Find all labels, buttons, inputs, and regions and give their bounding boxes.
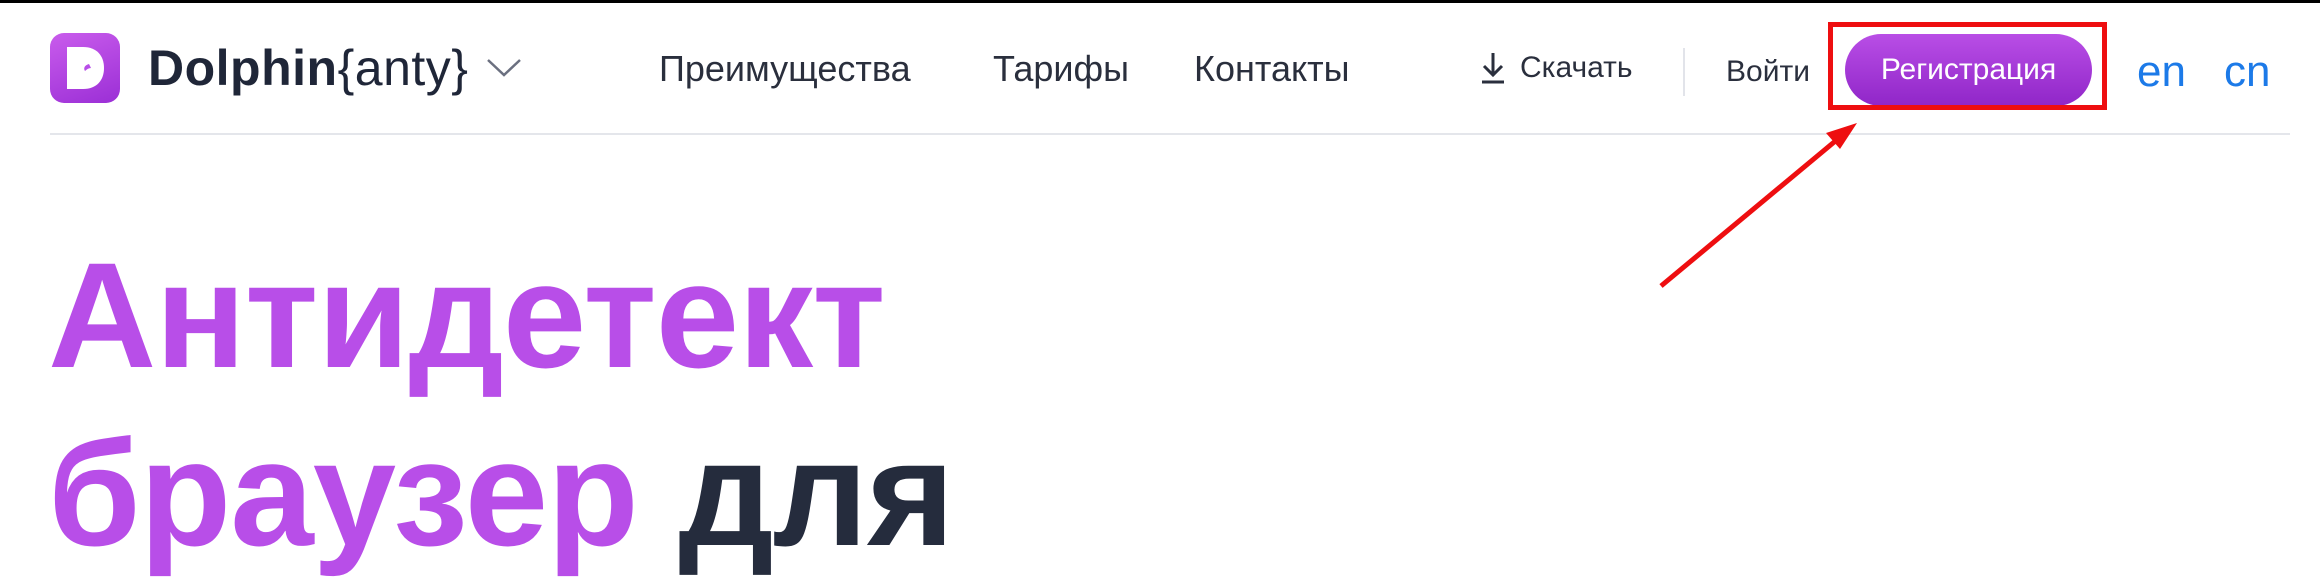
download-icon xyxy=(1482,53,1504,84)
language-en[interactable]: en xyxy=(2137,47,2186,97)
dolphin-logo-icon xyxy=(50,33,120,103)
logo[interactable]: Dolphin{anty} xyxy=(50,33,524,103)
nav-link-contacts[interactable]: Контакты xyxy=(1194,48,1350,90)
nav-link-advantages[interactable]: Преимущества xyxy=(659,48,911,90)
header-divider xyxy=(50,133,2290,135)
site-header: Dolphin{anty} Преимущества Тарифы Контак… xyxy=(0,3,2320,135)
chevron-down-icon[interactable] xyxy=(484,53,524,83)
logo-suffix: {anty} xyxy=(337,40,469,96)
hero-title-line2: браузер для xyxy=(48,418,955,568)
download-label: Скачать xyxy=(1520,51,1633,84)
nav-link-pricing[interactable]: Тарифы xyxy=(993,48,1129,90)
language-cn[interactable]: cn xyxy=(2224,47,2270,97)
annotation-highlight-box xyxy=(1828,22,2107,110)
header-separator xyxy=(1683,48,1685,96)
hero-accent-word: браузер xyxy=(48,409,639,577)
download-link[interactable]: Скачать xyxy=(1480,51,1633,85)
login-link[interactable]: Войти xyxy=(1726,55,1810,89)
logo-text: Dolphin{anty} xyxy=(148,39,468,97)
hero-title-line1: Антидетект xyxy=(48,231,886,399)
logo-brand: Dolphin xyxy=(148,40,338,96)
hero-dark-word: для xyxy=(678,409,954,577)
